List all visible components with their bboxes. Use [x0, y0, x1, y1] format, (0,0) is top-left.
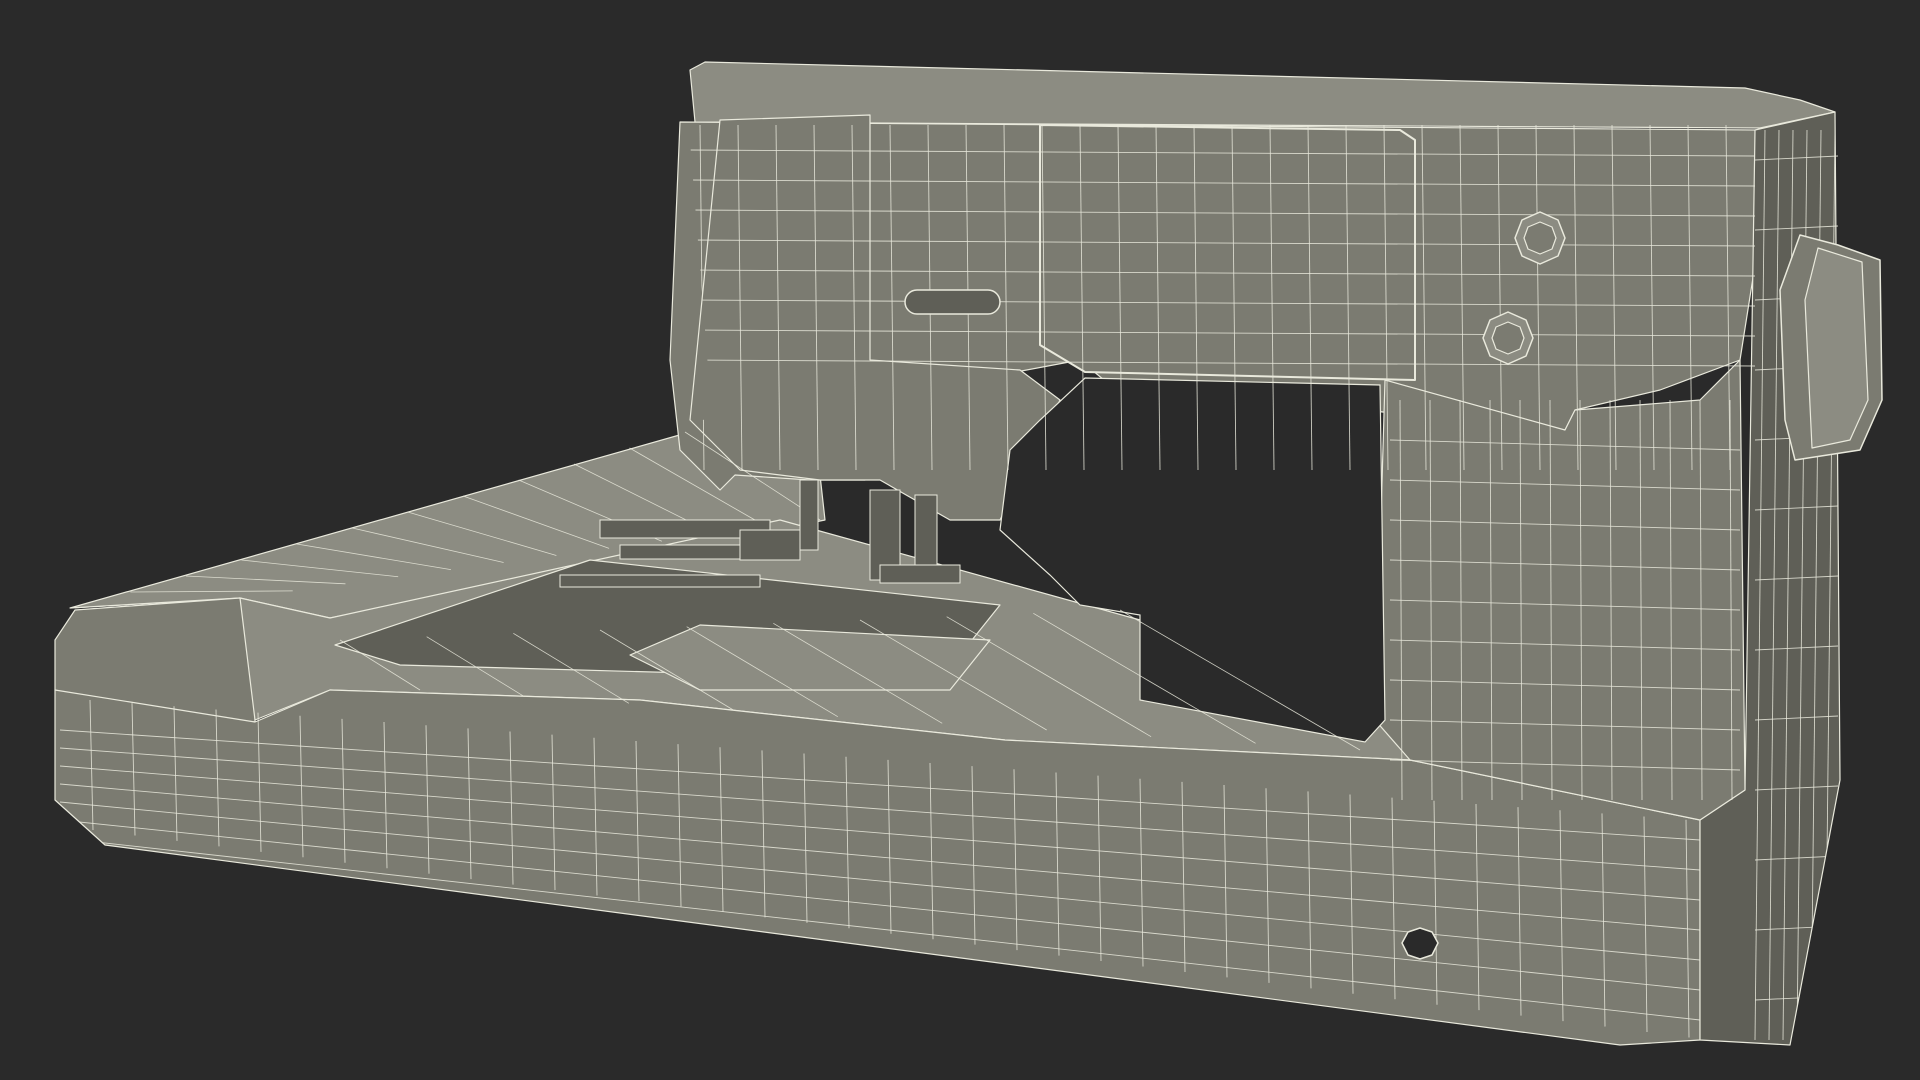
presser-foot-part: [739, 529, 801, 561]
bed-screw-hole: [1401, 927, 1439, 960]
sewing-machine-wireframe-render: [54, 61, 1883, 1046]
presser-foot-part: [799, 479, 819, 551]
presser-foot-part: [879, 564, 961, 584]
thread-guide-slot: [904, 289, 1001, 315]
lcd-panel: [1039, 124, 1416, 381]
upper-control-knob: [1514, 211, 1566, 265]
lower-control-knob: [1482, 311, 1534, 365]
render-viewport: [0, 0, 1920, 1080]
presser-foot-part: [559, 574, 761, 588]
handwheel: [1779, 234, 1883, 461]
